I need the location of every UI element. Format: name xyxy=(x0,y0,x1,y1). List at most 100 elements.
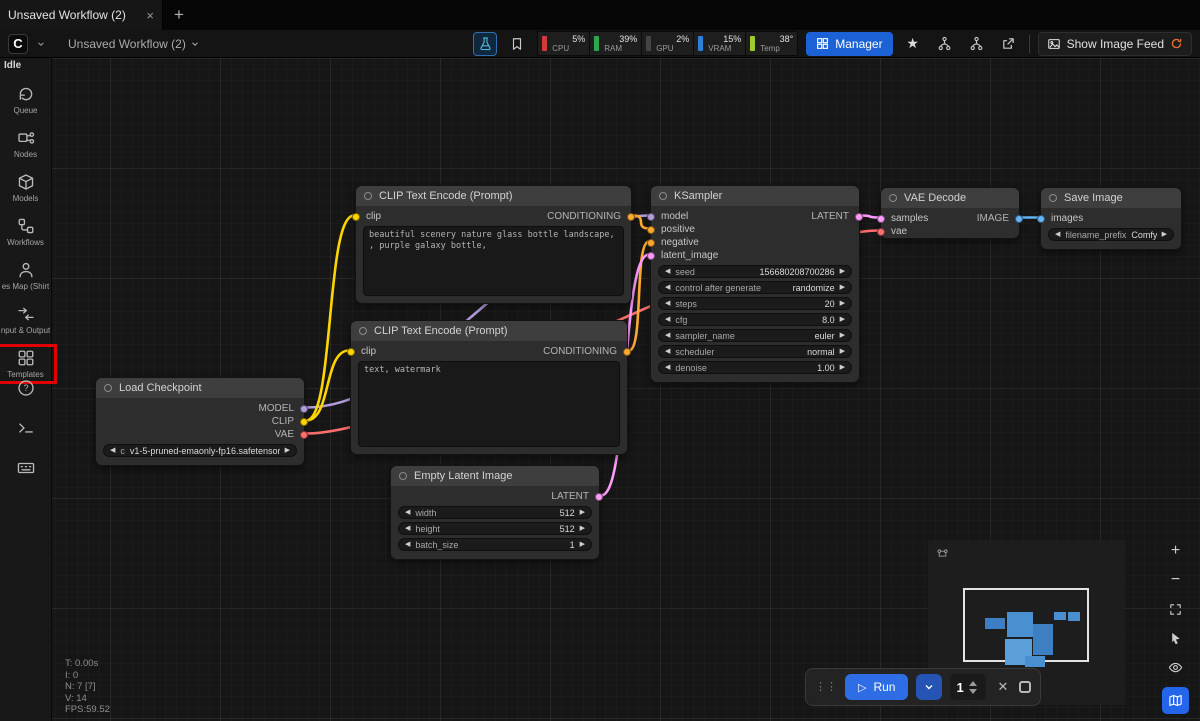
input-dot[interactable] xyxy=(1037,215,1045,223)
output-slot-CLIP[interactable]: CLIP xyxy=(258,415,304,428)
node-title-bar[interactable]: VAE Decode xyxy=(881,188,1019,208)
sidebar-item-queue[interactable]: Queue xyxy=(0,85,52,115)
node-title-bar[interactable]: Save Image xyxy=(1041,188,1181,208)
output-slot-CONDITIONING[interactable]: CONDITIONING xyxy=(547,210,631,223)
stepper-down-icon[interactable] xyxy=(969,689,977,694)
batch-count-stepper[interactable] xyxy=(969,681,977,694)
widget-height[interactable]: ◀height512▶ xyxy=(398,522,592,535)
input-slot-images[interactable]: images xyxy=(1041,212,1083,225)
workflow-name-menu[interactable]: Unsaved Workflow (2) xyxy=(68,37,200,51)
widget-right-arrow-icon[interactable]: ▶ xyxy=(840,348,845,355)
node-clip-neg[interactable]: CLIP Text Encode (Prompt)clipCONDITIONIN… xyxy=(350,320,628,455)
node-title-bar[interactable]: KSampler xyxy=(651,186,859,206)
widget-left-arrow-icon[interactable]: ◀ xyxy=(405,509,410,516)
widget-right-arrow-icon[interactable]: ▶ xyxy=(580,525,585,532)
output-dot[interactable] xyxy=(300,431,308,439)
output-dot[interactable] xyxy=(595,493,603,501)
collapse-dot[interactable] xyxy=(359,327,367,335)
toggle-visibility-button[interactable] xyxy=(1164,655,1188,679)
output-dot[interactable] xyxy=(300,418,308,426)
comfyui-logo[interactable]: C xyxy=(8,34,28,54)
widget-left-arrow-icon[interactable]: ◀ xyxy=(1055,231,1060,238)
node-load-checkpoint[interactable]: Load CheckpointMODELCLIPVAE◀cv1-5-pruned… xyxy=(95,377,305,466)
widget-right-arrow-icon[interactable]: ▶ xyxy=(580,541,585,548)
collapse-dot[interactable] xyxy=(889,194,897,202)
widget-right-arrow-icon[interactable]: ▶ xyxy=(840,284,845,291)
favorite-button[interactable]: ★ xyxy=(901,32,925,56)
widget-control after generate[interactable]: ◀control after generaterandomize▶ xyxy=(658,281,852,294)
node-title-bar[interactable]: Load Checkpoint xyxy=(96,378,304,398)
node-title-bar[interactable]: Empty Latent Image xyxy=(391,466,599,486)
widget-right-arrow-icon[interactable]: ▶ xyxy=(580,509,585,516)
node-clip-pos[interactable]: CLIP Text Encode (Prompt)clipCONDITIONIN… xyxy=(355,185,632,304)
widget-left-arrow-icon[interactable]: ◀ xyxy=(665,364,670,371)
sidebar-item-map[interactable]: es Map (Shirt xyxy=(0,261,52,291)
manager-button[interactable]: Manager xyxy=(806,32,892,56)
widget-left-arrow-icon[interactable]: ◀ xyxy=(665,316,670,323)
input-slot-vae[interactable]: vae xyxy=(881,225,928,238)
widget-right-arrow-icon[interactable]: ▶ xyxy=(840,332,845,339)
input-dot[interactable] xyxy=(647,252,655,260)
prompt-textarea[interactable]: text, watermark xyxy=(358,361,620,447)
widget-filename_prefix[interactable]: ◀filename_prefixComfyUI▶ xyxy=(1048,228,1174,241)
fit-view-button[interactable] xyxy=(1164,597,1188,621)
widget-seed[interactable]: ◀seed156680208700286▶ xyxy=(658,265,852,278)
sidebar-item-help[interactable]: ? xyxy=(0,379,52,397)
run-options-button[interactable] xyxy=(916,674,942,700)
widget-cfg[interactable]: ◀cfg8.0▶ xyxy=(658,313,852,326)
node-save-image[interactable]: Save Image images ◀filename_prefixComfyUI▶ xyxy=(1040,187,1182,250)
input-dot[interactable] xyxy=(647,239,655,247)
input-slot-positive[interactable]: positive xyxy=(651,223,718,236)
input-slot-negative[interactable]: negative xyxy=(651,236,718,249)
input-dot[interactable] xyxy=(347,348,355,356)
widget-right-arrow-icon[interactable]: ▶ xyxy=(840,268,845,275)
collapse-dot[interactable] xyxy=(104,384,112,392)
output-dot[interactable] xyxy=(855,213,863,221)
input-slot-model[interactable]: model xyxy=(651,210,718,223)
widget-left-arrow-icon[interactable]: ◀ xyxy=(665,300,670,307)
beta-menu-button[interactable] xyxy=(473,32,497,56)
widget-right-arrow-icon[interactable]: ▶ xyxy=(1162,231,1167,238)
run-button[interactable]: ▷ Run xyxy=(845,674,908,700)
show-image-feed-button[interactable]: Show Image Feed xyxy=(1038,32,1192,56)
widget-scheduler[interactable]: ◀schedulernormal▶ xyxy=(658,345,852,358)
widget-right-arrow-icon[interactable]: ▶ xyxy=(840,300,845,307)
widget-c[interactable]: ◀cv1-5-pruned-emaonly-fp16.safetensors▶ xyxy=(103,444,297,457)
output-slot-MODEL[interactable]: MODEL xyxy=(258,402,304,415)
drag-handle[interactable]: ⋮⋮ xyxy=(815,682,837,693)
input-dot[interactable] xyxy=(877,228,885,236)
widget-left-arrow-icon[interactable]: ◀ xyxy=(665,348,670,355)
input-dot[interactable] xyxy=(352,213,360,221)
node-title-bar[interactable]: CLIP Text Encode (Prompt) xyxy=(351,321,627,341)
zoom-in-button[interactable]: + xyxy=(1164,539,1188,563)
widget-right-arrow-icon[interactable]: ▶ xyxy=(840,364,845,371)
collapse-dot[interactable] xyxy=(399,472,407,480)
widget-left-arrow-icon[interactable]: ◀ xyxy=(405,525,410,532)
output-slot-LATENT[interactable]: LATENT xyxy=(551,490,599,503)
prompt-textarea[interactable]: beautiful scenery nature glass bottle la… xyxy=(363,226,624,296)
collapse-dot[interactable] xyxy=(364,192,372,200)
stop-button[interactable] xyxy=(1019,681,1031,693)
batch-count-input[interactable]: 1 xyxy=(950,674,986,700)
fork-button-1[interactable] xyxy=(933,32,957,56)
zoom-out-button[interactable]: − xyxy=(1164,568,1188,592)
share-button[interactable] xyxy=(997,32,1021,56)
output-slot-CONDITIONING[interactable]: CONDITIONING xyxy=(543,345,627,358)
output-dot[interactable] xyxy=(300,405,308,413)
input-slot-samples[interactable]: samples xyxy=(881,212,928,225)
widget-left-arrow-icon[interactable]: ◀ xyxy=(665,332,670,339)
feed-refresh-icon[interactable] xyxy=(1170,37,1183,50)
logo-chevron-down-icon[interactable] xyxy=(36,39,46,49)
workflow-tab[interactable]: Unsaved Workflow (2) × xyxy=(0,0,163,30)
widget-denoise[interactable]: ◀denoise1.00▶ xyxy=(658,361,852,374)
collapse-dot[interactable] xyxy=(659,192,667,200)
tab-close-icon[interactable]: × xyxy=(146,9,154,22)
widget-left-arrow-icon[interactable]: ◀ xyxy=(665,268,670,275)
sidebar-item-models[interactable]: Models xyxy=(0,173,52,203)
input-slot-latent_image[interactable]: latent_image xyxy=(651,249,718,262)
sidebar-item-workflows[interactable]: Workflows xyxy=(0,217,52,247)
widget-right-arrow-icon[interactable]: ▶ xyxy=(840,316,845,323)
node-title-bar[interactable]: CLIP Text Encode (Prompt) xyxy=(356,186,631,206)
node-vae-decode[interactable]: VAE DecodesamplesvaeIMAGE xyxy=(880,187,1020,239)
sidebar-item-io[interactable]: nput & Output xyxy=(0,305,52,335)
